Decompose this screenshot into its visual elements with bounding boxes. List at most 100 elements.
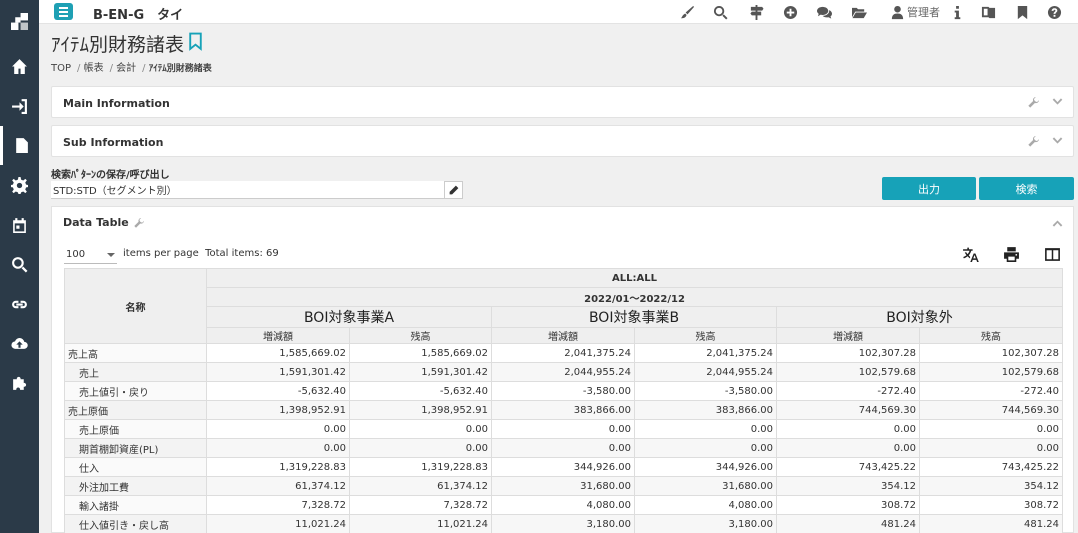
row-name-cell: 売上 <box>64 362 207 382</box>
plus-circle-icon[interactable] <box>783 3 798 21</box>
chevron-down-icon[interactable] <box>1052 97 1063 108</box>
column-header-balance[interactable]: 残高 <box>349 327 492 344</box>
calendar-icon[interactable] <box>0 206 39 245</box>
gear-icon[interactable] <box>0 166 39 205</box>
wrench-icon[interactable] <box>134 217 144 228</box>
search-icon[interactable] <box>713 3 728 21</box>
financial-data-table: 名称 ALL:ALL 2022/01～2022/12 BOI対象事業A BOI対… <box>64 268 1064 533</box>
column-header-change[interactable]: 増減額 <box>491 327 635 344</box>
breadcrumb: TOP / 帳表 / 会計 / ｱｲﾃﾑ別財務諸表 <box>51 63 212 74</box>
value-cell: 4,080.00 <box>491 495 635 515</box>
user-name-label: 管理者 <box>907 6 940 19</box>
table-row[interactable]: 仕入 1,319,228.83 1,319,228.83 344,926.00 344,… <box>64 457 1064 477</box>
table-row[interactable]: 売上 1,591,301.42 1,591,301.42 2,044,955.24 2,… <box>64 362 1064 382</box>
table-row[interactable]: 輸入諸掛 7,328.72 7,328.72 4,080.00 4,080.00 308.… <box>64 495 1064 515</box>
value-cell: 0.00 <box>349 438 492 458</box>
main-information-panel[interactable]: Main Information <box>51 86 1074 118</box>
table-row[interactable]: 売上原価 0.00 0.00 0.00 0.00 0.00 0.00 <box>64 419 1064 439</box>
pagination-info: items per page Total items: 69 <box>123 248 279 259</box>
page-title-text: ｱｲﾃﾑ別財務諸表 <box>51 34 185 56</box>
table-row[interactable]: 期首棚卸資産(PL) 0.00 0.00 0.00 0.00 0.00 0.00 <box>64 438 1064 458</box>
column-header-name[interactable]: 名称 <box>64 268 207 344</box>
items-per-page-label: items per page <box>123 248 199 259</box>
table-row[interactable]: 売上高 1,585,669.02 1,585,669.02 2,041,375.24 2… <box>64 343 1064 363</box>
column-header-period: 2022/01～2022/12 <box>205 287 1064 307</box>
chevron-up-icon[interactable] <box>1052 217 1063 228</box>
translate-book-icon[interactable] <box>981 3 996 21</box>
wrench-icon[interactable] <box>1028 136 1039 147</box>
value-cell: 2,041,375.24 <box>491 343 635 363</box>
cloud-upload-icon[interactable] <box>0 324 39 363</box>
hamburger-menu-button[interactable] <box>54 3 73 20</box>
document-icon[interactable] <box>0 126 39 165</box>
column-header-change[interactable]: 増減額 <box>206 327 350 344</box>
column-header-change[interactable]: 増減額 <box>776 327 920 344</box>
value-cell: 308.72 <box>776 495 920 515</box>
breadcrumb-item-reports[interactable]: 帳表 <box>84 63 104 74</box>
value-cell: 2,044,955.24 <box>491 362 635 382</box>
bookmark-outline-icon[interactable] <box>188 32 203 56</box>
value-cell: 0.00 <box>206 419 350 439</box>
chevron-down-icon[interactable] <box>1052 136 1063 147</box>
brush-icon[interactable] <box>680 3 695 21</box>
user-menu-button[interactable]: 管理者 <box>890 3 940 21</box>
link-icon[interactable] <box>0 285 39 324</box>
search-icon[interactable] <box>0 245 39 284</box>
sub-information-panel[interactable]: Sub Information <box>51 125 1074 157</box>
column-header-segment-b: BOI対象事業B <box>491 306 777 328</box>
breadcrumb-item-top[interactable]: TOP <box>51 63 71 74</box>
column-header-group: ALL:ALL <box>205 268 1064 288</box>
table-row[interactable]: 売上値引・戻り -5,632.40 -5,632.40 -3,580.00 -3,580… <box>64 381 1064 401</box>
search-button[interactable]: 検索 <box>979 177 1074 200</box>
row-name-cell: 期首棚卸資産(PL) <box>64 438 207 458</box>
row-name-cell: 輸入諸掛 <box>64 495 207 515</box>
value-cell: 4,080.00 <box>634 495 777 515</box>
value-cell: -272.40 <box>918 381 1064 401</box>
row-name-cell: 外注加工費 <box>64 476 207 496</box>
puzzle-icon[interactable] <box>0 364 39 403</box>
value-cell: 0.00 <box>776 419 920 439</box>
items-per-page-select[interactable]: 100 <box>64 246 117 264</box>
output-button[interactable]: 出力 <box>882 177 976 200</box>
value-cell: 354.12 <box>776 476 920 496</box>
column-header-balance[interactable]: 残高 <box>918 327 1064 344</box>
bookmark-icon[interactable] <box>1015 3 1030 21</box>
wrench-icon[interactable] <box>1028 97 1039 108</box>
edit-pattern-button[interactable] <box>444 181 463 199</box>
translate-icon[interactable] <box>960 244 980 264</box>
value-cell: 11,021.24 <box>349 514 492 533</box>
breadcrumb-item-accounting[interactable]: 会計 <box>116 63 136 74</box>
print-icon[interactable] <box>1001 244 1021 264</box>
value-cell: 3,180.00 <box>634 514 777 533</box>
help-icon[interactable] <box>1047 3 1062 21</box>
sign-in-icon[interactable] <box>0 87 39 126</box>
value-cell: 102,307.28 <box>918 343 1064 363</box>
value-cell: -3,580.00 <box>491 381 635 401</box>
column-header-balance[interactable]: 残高 <box>634 327 777 344</box>
value-cell: 2,041,375.24 <box>634 343 777 363</box>
value-cell: 0.00 <box>491 419 635 439</box>
value-cell: 0.00 <box>349 419 492 439</box>
table-row[interactable]: 仕入値引き・戻し高 11,021.24 11,021.24 3,180.00 3,180… <box>64 514 1064 533</box>
value-cell: 7,328.72 <box>349 495 492 515</box>
columns-icon[interactable] <box>1042 244 1062 264</box>
value-cell: 744,569.30 <box>776 400 920 420</box>
search-pattern-input[interactable] <box>51 181 444 199</box>
page-title: ｱｲﾃﾑ別財務諸表 <box>51 30 203 57</box>
table-row[interactable]: 売上原価 1,398,952.91 1,398,952.91 383,866.00 38… <box>64 400 1064 420</box>
logo-icon[interactable] <box>0 2 39 41</box>
value-cell: 743,425.22 <box>776 457 920 477</box>
caret-down-icon <box>107 253 115 257</box>
value-cell: -5,632.40 <box>349 381 492 401</box>
value-cell: 1,591,301.42 <box>206 362 350 382</box>
home-icon[interactable] <box>0 47 39 86</box>
signpost-icon[interactable] <box>749 3 764 21</box>
value-cell: 1,591,301.42 <box>349 362 492 382</box>
table-row[interactable]: 外注加工費 61,374.12 61,374.12 31,680.00 31,680.0… <box>64 476 1064 496</box>
data-table-header: Data Table <box>63 216 144 229</box>
value-cell: 0.00 <box>918 438 1064 458</box>
info-icon[interactable] <box>950 3 965 21</box>
folder-open-icon[interactable] <box>852 3 867 21</box>
comments-icon[interactable] <box>817 3 832 21</box>
value-cell: 61,374.12 <box>349 476 492 496</box>
